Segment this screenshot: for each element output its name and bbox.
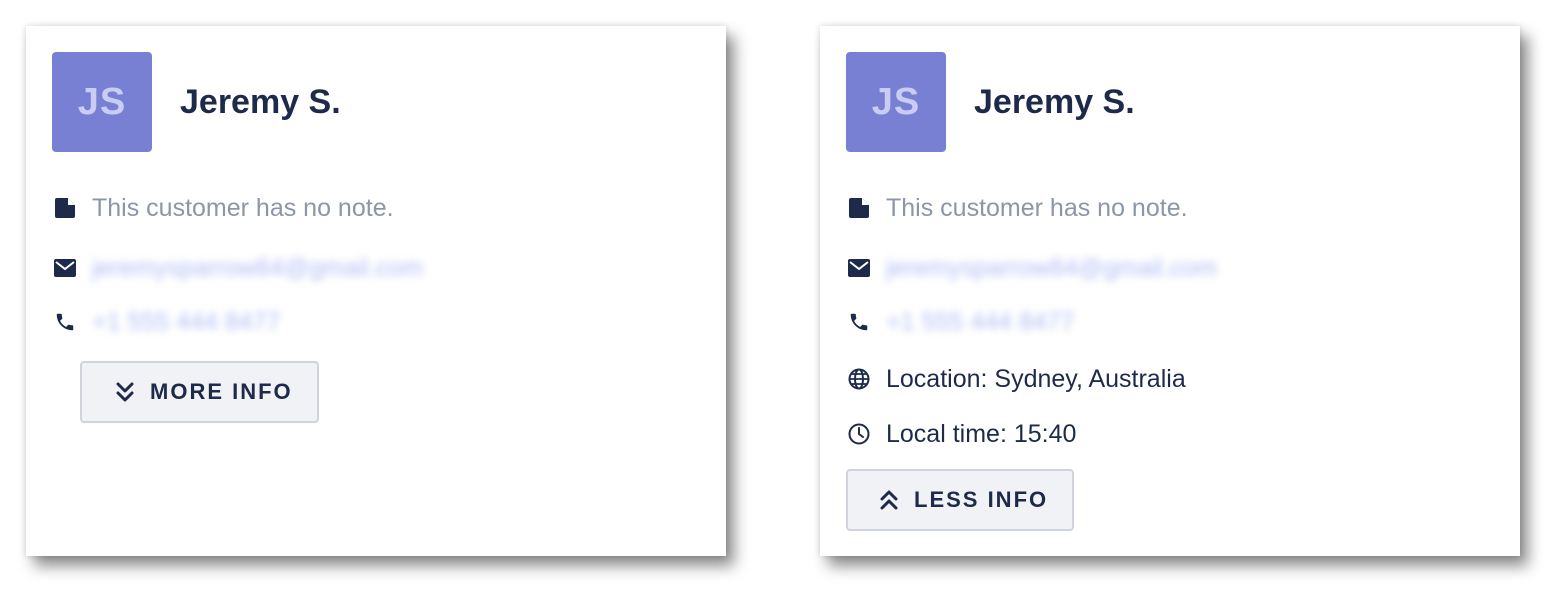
more-info-button[interactable]: MORE INFO bbox=[80, 361, 319, 423]
mail-icon bbox=[52, 255, 78, 281]
phone-link[interactable]: +1 555 444 8477 bbox=[92, 308, 280, 337]
globe-icon bbox=[846, 366, 872, 392]
customer-card-expanded: JS Jeremy S. This customer has no note. … bbox=[820, 26, 1520, 556]
phone-link[interactable]: +1 555 444 8477 bbox=[886, 308, 1074, 337]
note-icon bbox=[52, 195, 78, 221]
location-row: Location: Sydney, Australia bbox=[846, 364, 1186, 394]
mail-icon bbox=[846, 255, 872, 281]
customer-card-collapsed: JS Jeremy S. This customer has no note. … bbox=[26, 26, 726, 556]
more-info-label: MORE INFO bbox=[150, 379, 293, 404]
avatar: JS bbox=[52, 52, 152, 152]
less-info-button[interactable]: LESS INFO bbox=[846, 469, 1075, 531]
note-icon bbox=[846, 195, 872, 221]
phone-row: +1 555 444 8477 bbox=[52, 307, 280, 337]
local-time-text: Local time: 15:40 bbox=[886, 419, 1077, 448]
less-info-label: LESS INFO bbox=[914, 487, 1049, 512]
note-text: This customer has no note. bbox=[92, 193, 394, 222]
avatar: JS bbox=[846, 52, 946, 152]
phone-row: +1 555 444 8477 bbox=[846, 307, 1074, 337]
phone-icon bbox=[52, 309, 78, 335]
note-row: This customer has no note. bbox=[846, 193, 1188, 223]
email-link[interactable]: jeremysparrow84@gmail.com bbox=[92, 254, 423, 283]
location-text: Location: Sydney, Australia bbox=[886, 364, 1186, 393]
chevrons-down-icon bbox=[112, 379, 138, 405]
email-row: jeremysparrow84@gmail.com bbox=[846, 253, 1217, 283]
local-time-row: Local time: 15:40 bbox=[846, 419, 1076, 449]
chevrons-up-icon bbox=[876, 487, 902, 513]
customer-name: Jeremy S. bbox=[180, 83, 341, 121]
email-row: jeremysparrow84@gmail.com bbox=[52, 253, 423, 283]
customer-name: Jeremy S. bbox=[974, 83, 1135, 121]
email-link[interactable]: jeremysparrow84@gmail.com bbox=[886, 254, 1217, 283]
note-text: This customer has no note. bbox=[886, 193, 1188, 222]
phone-icon bbox=[846, 309, 872, 335]
clock-icon bbox=[846, 421, 872, 447]
note-row: This customer has no note. bbox=[52, 193, 394, 223]
